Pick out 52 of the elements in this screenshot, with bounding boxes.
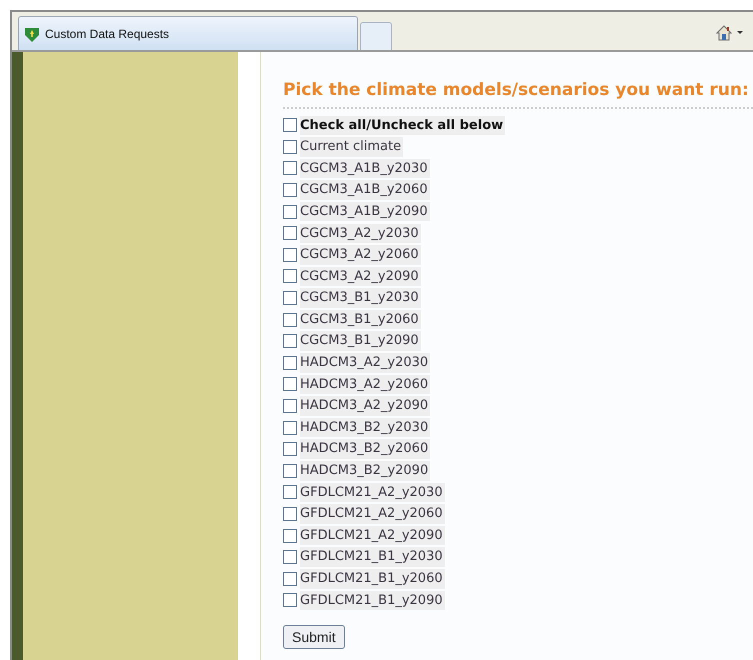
- option-label: Check all/Uncheck all below: [300, 116, 506, 136]
- checkbox[interactable]: [283, 485, 298, 500]
- checkbox[interactable]: [283, 204, 298, 219]
- option-label: CGCM3_B1_y2060: [300, 310, 421, 330]
- checkbox[interactable]: [283, 334, 298, 348]
- shield-icon: [24, 26, 40, 42]
- checkbox[interactable]: [283, 399, 298, 414]
- checkbox[interactable]: [283, 442, 298, 456]
- option-label: CGCM3_A1B_y2090: [300, 202, 430, 222]
- dropdown-caret-icon[interactable]: [737, 31, 743, 35]
- checkbox[interactable]: [283, 248, 298, 262]
- option-label: HADCM3_A2_y2030: [300, 353, 430, 373]
- option-label: CGCM3_A2_y2090: [300, 266, 421, 286]
- option-label: GFDLCM21_A2_y2030: [300, 482, 445, 502]
- option-label: GFDLCM21_B1_y2060: [300, 569, 445, 589]
- checkbox[interactable]: [283, 312, 298, 327]
- checkbox[interactable]: [283, 593, 298, 608]
- option-label: HADCM3_B2_y2090: [300, 461, 430, 481]
- checkbox[interactable]: [283, 140, 298, 154]
- option-label: CGCM3_A2_y2030: [300, 224, 421, 244]
- checkbox[interactable]: [283, 506, 298, 521]
- option-label: HADCM3_A2_y2060: [300, 374, 430, 394]
- checkbox[interactable]: [283, 183, 298, 198]
- option-label: HADCM3_B2_y2060: [300, 439, 430, 459]
- option-label: CGCM3_A1B_y2030: [300, 158, 430, 178]
- checkbox[interactable]: [283, 118, 298, 132]
- checkbox[interactable]: [283, 161, 298, 176]
- checkbox[interactable]: [283, 464, 298, 478]
- checkbox[interactable]: [283, 420, 298, 435]
- section-heading: Pick the climate models/scenarios you want run:: [283, 78, 753, 108]
- checkbox[interactable]: [283, 377, 298, 392]
- checkbox[interactable]: [283, 550, 298, 564]
- browser-tab[interactable]: Custom Data Requests: [18, 16, 358, 50]
- checkbox[interactable]: [283, 291, 298, 306]
- option-label: CGCM3_B1_y2090: [300, 331, 421, 351]
- checkbox[interactable]: [283, 269, 298, 284]
- option-label: CGCM3_B1_y2030: [300, 288, 421, 308]
- option-label: HADCM3_A2_y2090: [300, 396, 430, 416]
- option-label: GFDLCM21_B1_y2030: [300, 547, 445, 567]
- submit-button[interactable]: Submit: [283, 625, 345, 650]
- home-icon[interactable]: [715, 24, 733, 42]
- option-label: Current climate: [300, 137, 404, 157]
- checkbox[interactable]: [283, 226, 298, 240]
- option-label: GFDLCM21_A2_y2060: [300, 504, 445, 524]
- option-label: GFDLCM21_B1_y2090: [300, 590, 445, 610]
- option-label: CGCM3_A2_y2060: [300, 245, 421, 265]
- option-label: HADCM3_B2_y2030: [300, 418, 430, 438]
- checkbox[interactable]: [283, 528, 298, 543]
- checkbox[interactable]: [283, 356, 298, 370]
- checkbox[interactable]: [283, 572, 298, 586]
- option-label: GFDLCM21_A2_y2090: [300, 526, 445, 546]
- option-label: CGCM3_A1B_y2060: [300, 180, 430, 200]
